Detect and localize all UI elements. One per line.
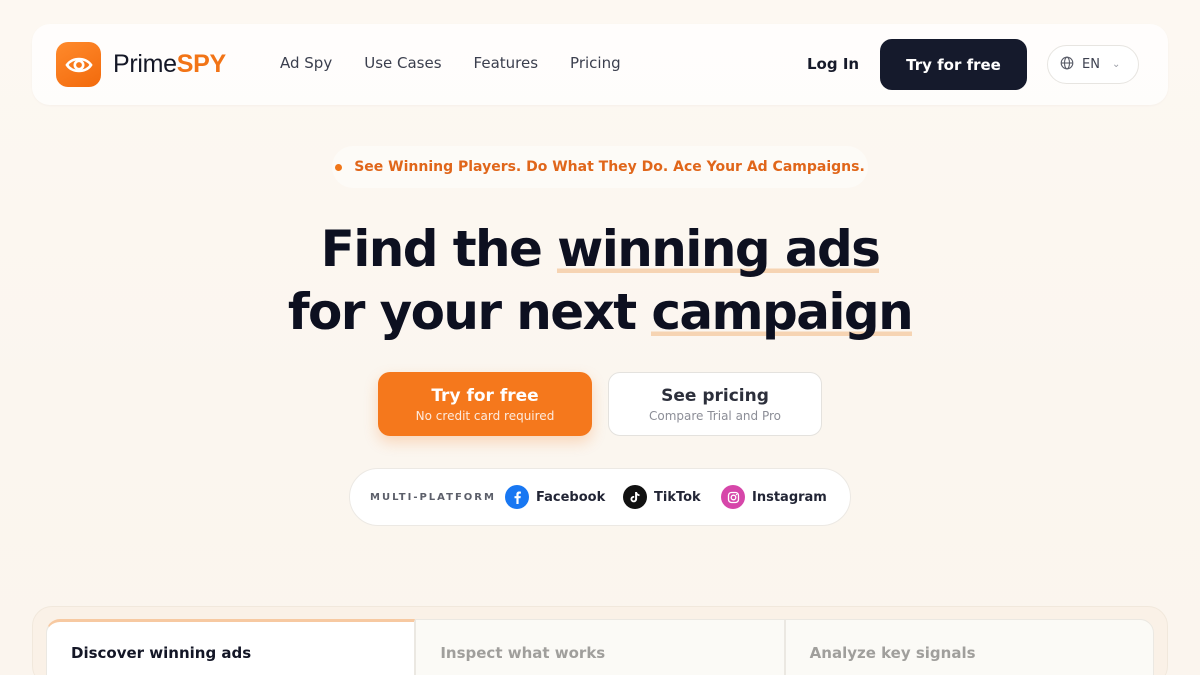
nav-try-free-button[interactable]: Try for free <box>880 39 1027 90</box>
tagline-text: See Winning Players. Do What They Do. Ac… <box>354 159 865 175</box>
brand-name: PrimeSPY <box>113 50 226 79</box>
facebook-icon <box>505 485 529 509</box>
platform-instagram-label: Instagram <box>752 489 827 505</box>
platform-tiktok-label: TikTok <box>654 489 701 505</box>
nav-link-ad-spy[interactable]: Ad Spy <box>280 54 332 72</box>
login-link[interactable]: Log In <box>807 55 859 73</box>
hero-title: Find the winning ads for your next campa… <box>0 218 1200 344</box>
hero-try-free-sublabel: No credit card required <box>415 408 555 423</box>
hero-see-pricing-button[interactable]: See pricing Compare Trial and Pro <box>608 372 822 436</box>
hero-title-line1-plain: Find the <box>320 220 558 278</box>
hero-try-free-button[interactable]: Try for free No credit card required <box>378 372 592 436</box>
platform-instagram: Instagram <box>721 485 827 509</box>
eye-logo-icon <box>56 42 101 87</box>
nav-link-pricing[interactable]: Pricing <box>570 54 621 72</box>
feature-tabs: Discover winning ads Inspect what works … <box>46 619 1154 675</box>
platform-facebook-label: Facebook <box>536 489 606 505</box>
language-selector[interactable]: EN ⌄ <box>1047 45 1139 84</box>
chevron-down-icon: ⌄ <box>1111 59 1121 70</box>
brand-logo[interactable]: PrimeSPY <box>56 42 226 87</box>
tab-discover-winning-ads[interactable]: Discover winning ads <box>46 619 416 675</box>
hero-see-pricing-sublabel: Compare Trial and Pro <box>648 408 781 423</box>
platforms-label: MULTI-PLATFORM <box>370 491 496 503</box>
hero-try-free-label: Try for free <box>431 385 539 406</box>
hero-title-line2-highlight: campaign <box>651 283 914 341</box>
hero-tagline: See Winning Players. Do What They Do. Ac… <box>332 146 868 188</box>
platform-tiktok: TikTok <box>623 485 701 509</box>
tiktok-icon <box>623 485 647 509</box>
tagline-dot-icon <box>335 163 343 171</box>
hero-see-pricing-label: See pricing <box>661 385 769 406</box>
nav-link-features[interactable]: Features <box>474 54 539 72</box>
language-code: EN <box>1082 57 1100 72</box>
hero-title-line2-plain: for your next <box>287 283 652 341</box>
platform-facebook: Facebook <box>505 485 605 509</box>
tab-inspect-what-works[interactable]: Inspect what works <box>415 619 785 675</box>
nav-link-use-cases[interactable]: Use Cases <box>364 54 441 72</box>
tab-analyze-key-signals[interactable]: Analyze key signals <box>784 619 1154 675</box>
hero-title-line1-highlight: winning ads <box>557 220 881 278</box>
brand-name-prefix: Prime <box>113 50 177 78</box>
top-navbar: PrimeSPY Ad Spy Use Cases Features Prici… <box>32 24 1168 105</box>
globe-icon <box>1060 56 1074 74</box>
brand-name-accent: SPY <box>176 50 226 78</box>
instagram-icon <box>721 485 745 509</box>
platforms-bar: MULTI-PLATFORM Facebook TikTok Instagram <box>349 468 851 526</box>
main-nav: Ad Spy Use Cases Features Pricing <box>280 54 621 72</box>
